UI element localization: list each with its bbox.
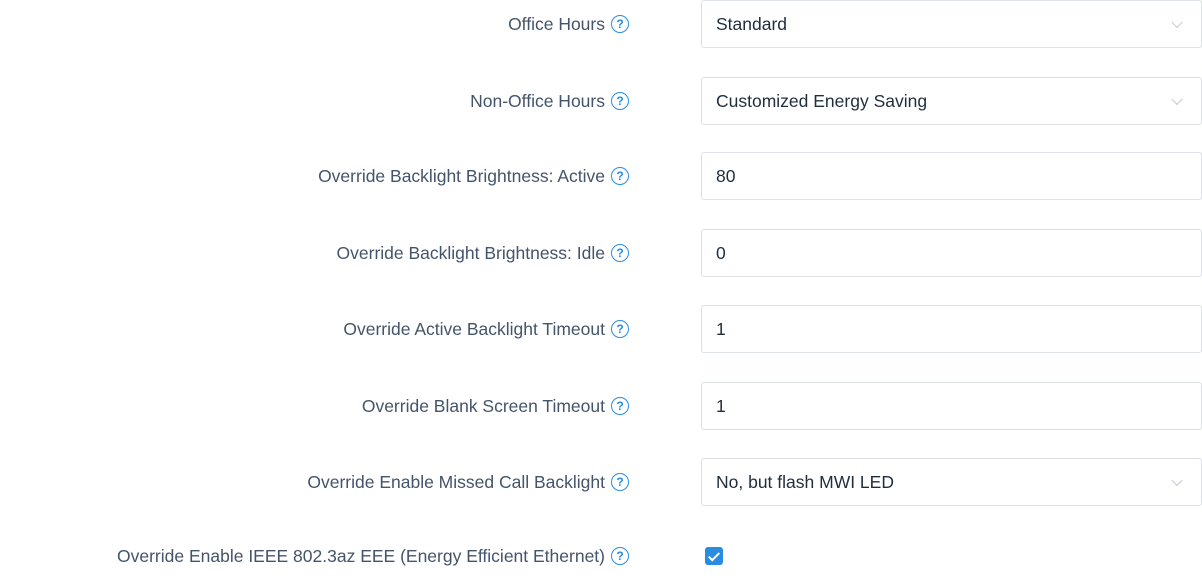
office-hours-row: Office Hours ? Standard (0, 0, 1202, 48)
missed-call-backlight-row: Override Enable Missed Call Backlight ? … (0, 458, 1202, 506)
non-office-hours-select[interactable]: Customized Energy Saving (701, 77, 1202, 125)
help-icon[interactable]: ? (611, 320, 629, 338)
chevron-down-icon (1171, 16, 1183, 29)
active-backlight-timeout-input[interactable] (716, 318, 1176, 340)
ieee-eee-checkbox[interactable] (705, 547, 723, 565)
non-office-hours-value: Customized Energy Saving (716, 90, 928, 111)
backlight-active-row: Override Backlight Brightness: Active ? (0, 152, 1202, 200)
active-backlight-timeout-label: Override Active Backlight Timeout (343, 318, 605, 339)
blank-screen-timeout-label: Override Blank Screen Timeout (361, 395, 605, 416)
office-hours-label: Office Hours (508, 13, 605, 34)
backlight-idle-label-group: Override Backlight Brightness: Idle ? (337, 229, 629, 277)
help-icon[interactable]: ? (611, 15, 629, 33)
blank-screen-timeout-field[interactable] (701, 382, 1202, 430)
active-backlight-timeout-field[interactable] (701, 305, 1202, 353)
non-office-hours-label-group: Non-Office Hours ? (470, 77, 629, 125)
missed-call-backlight-label: Override Enable Missed Call Backlight (307, 471, 605, 492)
office-hours-value: Standard (716, 13, 788, 34)
backlight-idle-field[interactable] (701, 229, 1202, 277)
non-office-hours-row: Non-Office Hours ? Customized Energy Sav… (0, 77, 1202, 125)
blank-screen-timeout-input[interactable] (716, 395, 1176, 417)
backlight-idle-input[interactable] (716, 242, 1176, 264)
office-hours-select[interactable]: Standard (701, 0, 1202, 48)
help-icon[interactable]: ? (611, 473, 629, 491)
backlight-idle-label: Override Backlight Brightness: Idle (336, 242, 605, 263)
backlight-active-label: Override Backlight Brightness: Active (318, 165, 605, 186)
help-icon[interactable]: ? (611, 397, 629, 415)
help-icon[interactable]: ? (611, 244, 629, 262)
help-icon[interactable]: ? (611, 167, 629, 185)
help-icon[interactable]: ? (611, 547, 629, 565)
active-backlight-timeout-label-group: Override Active Backlight Timeout ? (343, 305, 629, 353)
chevron-down-icon (1171, 93, 1183, 106)
chevron-down-icon (1171, 474, 1183, 487)
office-hours-label-group: Office Hours ? (508, 0, 629, 48)
backlight-active-input[interactable] (716, 165, 1176, 187)
missed-call-backlight-label-group: Override Enable Missed Call Backlight ? (307, 458, 629, 506)
blank-screen-timeout-label-group: Override Blank Screen Timeout ? (362, 382, 629, 430)
missed-call-backlight-select[interactable]: No, but flash MWI LED (701, 458, 1202, 506)
backlight-active-label-group: Override Backlight Brightness: Active ? (318, 152, 629, 200)
non-office-hours-label: Non-Office Hours (470, 90, 605, 111)
backlight-active-field[interactable] (701, 152, 1202, 200)
active-backlight-timeout-row: Override Active Backlight Timeout ? (0, 305, 1202, 353)
blank-screen-timeout-row: Override Blank Screen Timeout ? (0, 382, 1202, 430)
ieee-eee-label: Override Enable IEEE 802.3az EEE (Energy… (117, 545, 605, 566)
missed-call-backlight-value: No, but flash MWI LED (716, 471, 894, 492)
help-icon[interactable]: ? (611, 92, 629, 110)
backlight-idle-row: Override Backlight Brightness: Idle ? (0, 229, 1202, 277)
